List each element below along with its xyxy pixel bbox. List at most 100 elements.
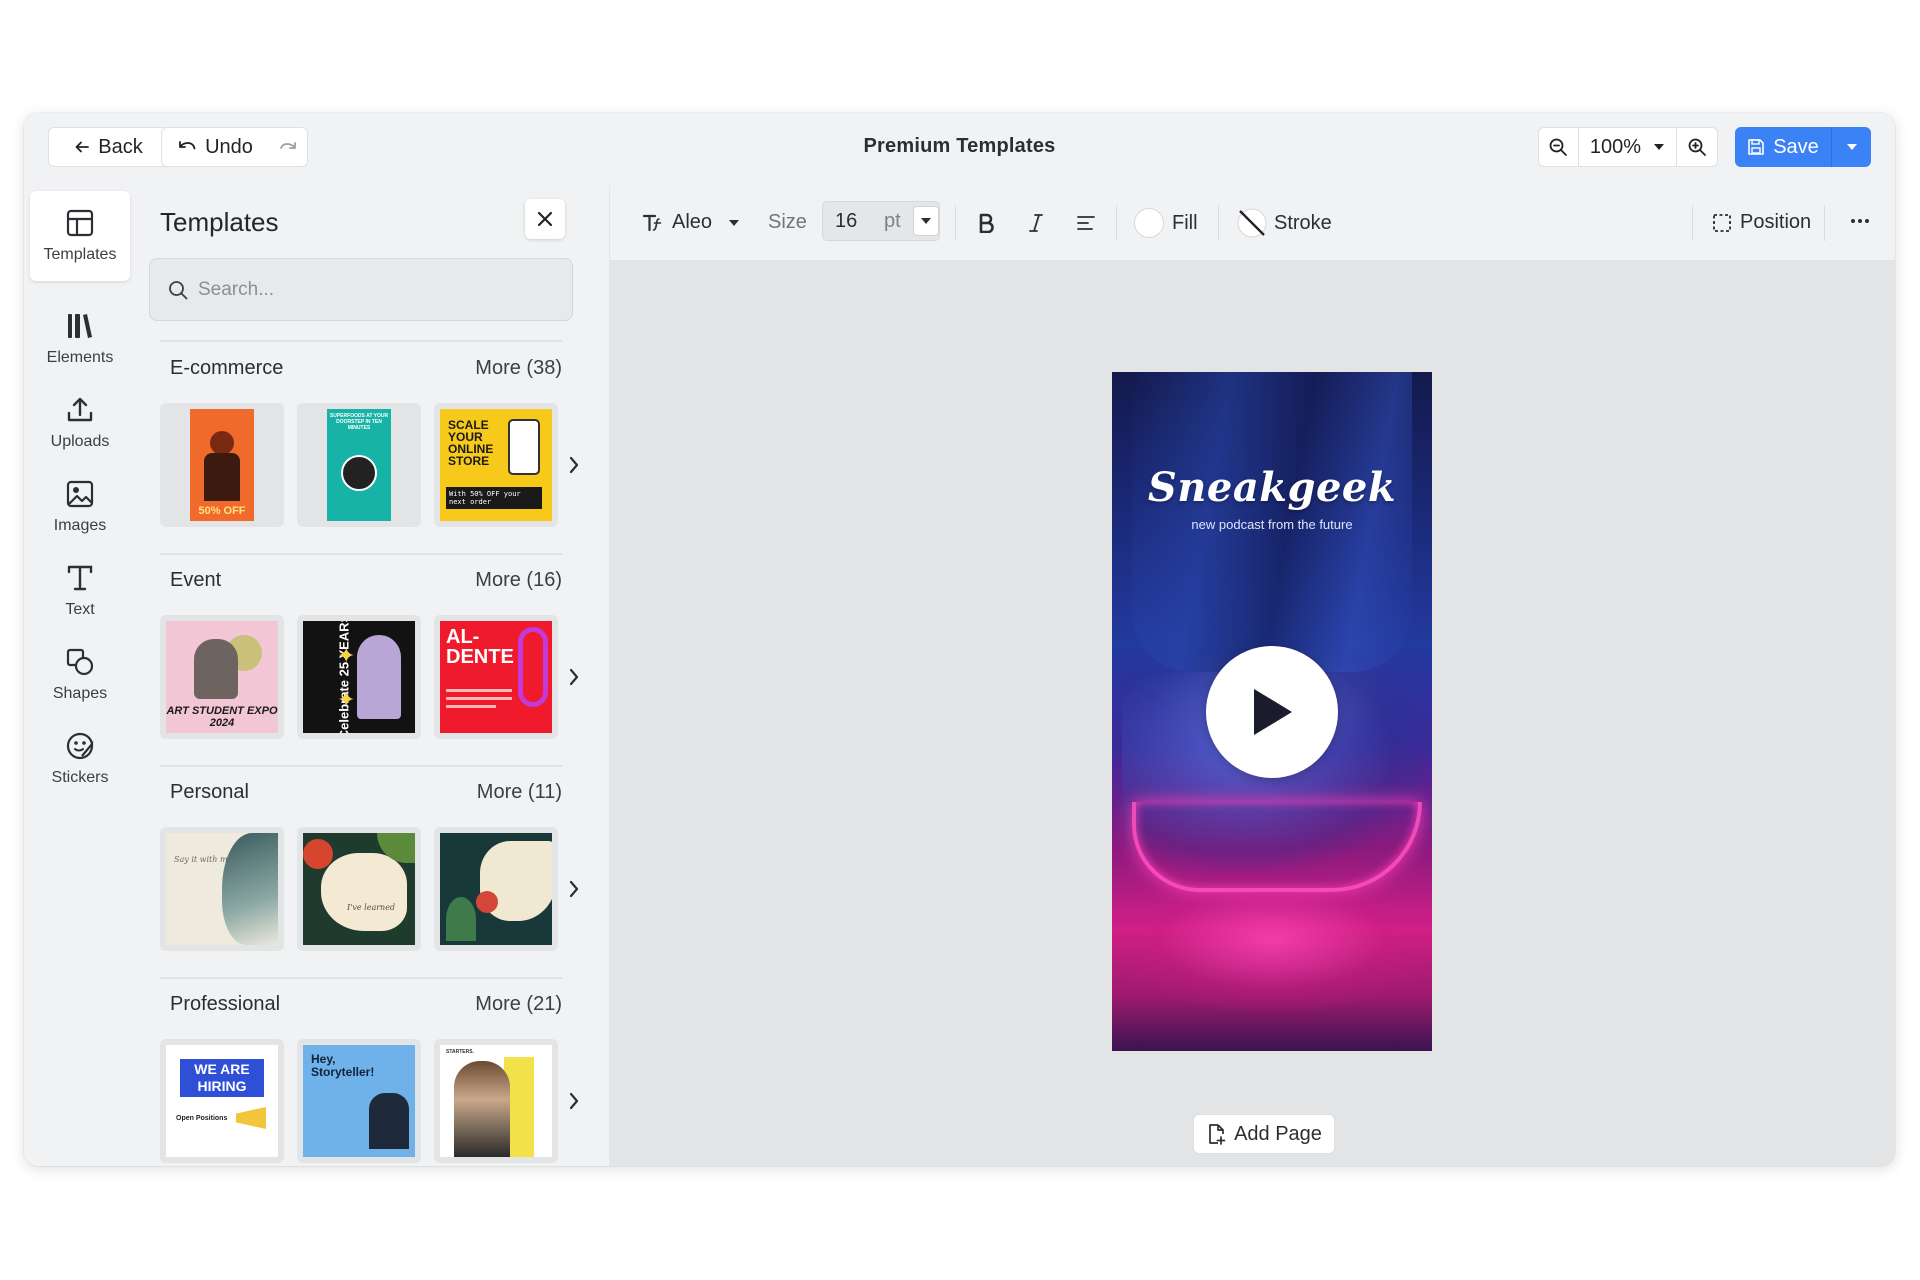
stroke-label: Stroke — [1274, 211, 1332, 234]
italic-button[interactable] — [1022, 209, 1050, 237]
design-title[interactable]: Sneakgeek — [1112, 464, 1432, 511]
category-name: E-commerce — [170, 357, 284, 379]
more-link[interactable]: More (16) — [475, 569, 562, 592]
template-thumb[interactable]: SUPERFOODS AT YOUR DOORSTEP IN TEN MINUT… — [297, 403, 421, 527]
toolbar-divider — [1116, 205, 1117, 241]
template-thumb[interactable]: Celebrate 25 YEARS ✦ ✦ — [297, 615, 421, 739]
text-icon — [67, 565, 93, 591]
template-preview — [440, 833, 552, 945]
font-size-dropdown[interactable] — [913, 206, 939, 236]
template-thumb[interactable]: I've learned — [297, 827, 421, 951]
stroke-control[interactable]: Stroke — [1236, 205, 1332, 241]
category-header-ecommerce: E-commerce More (38) — [160, 357, 562, 380]
library-icon — [68, 314, 92, 338]
template-caption: ART STUDENT EXPO 2024 — [166, 705, 278, 729]
toolbar-divider — [1692, 205, 1693, 241]
close-panel-button[interactable] — [525, 199, 565, 239]
sidebar-item-images[interactable]: Images — [30, 462, 130, 552]
fill-color-swatch — [1134, 208, 1164, 238]
shapes-icon — [66, 648, 94, 676]
template-preview: 50% OFF — [190, 409, 254, 521]
zoom-in-button[interactable] — [1677, 128, 1717, 166]
template-thumb[interactable]: 50% OFF — [160, 403, 284, 527]
more-link[interactable]: More (21) — [475, 993, 562, 1016]
align-button[interactable] — [1072, 209, 1100, 237]
add-page-icon — [1209, 1124, 1226, 1145]
chevron-right-icon — [569, 880, 579, 898]
template-thumb[interactable] — [434, 827, 558, 951]
sticker-icon — [66, 732, 94, 760]
font-size-field[interactable]: 16 pt — [822, 201, 940, 241]
category-name: Personal — [170, 781, 249, 803]
zoom-select[interactable]: 100% — [1579, 128, 1678, 166]
sidebar-item-label: Images — [53, 517, 107, 534]
size-label: Size — [768, 211, 807, 233]
sidebar-item-templates[interactable]: Templates — [30, 191, 130, 281]
italic-icon — [1029, 214, 1043, 232]
template-thumb[interactable]: Say it with me — [160, 827, 284, 951]
template-thumb[interactable]: ART STUDENT EXPO 2024 — [160, 615, 284, 739]
fill-label: Fill — [1172, 211, 1198, 234]
play-button[interactable] — [1206, 646, 1338, 778]
add-page-label: Add Page — [1234, 1122, 1322, 1145]
bold-button[interactable] — [972, 209, 1000, 237]
scroll-right-button[interactable] — [564, 453, 584, 477]
template-caption: WE ARE HIRING — [180, 1059, 264, 1097]
save-options-button[interactable] — [1831, 127, 1871, 167]
category-header-personal: Personal More (11) — [160, 781, 562, 804]
font-size-value[interactable]: 16 — [835, 210, 884, 233]
more-options-button[interactable] — [1848, 209, 1872, 239]
sidebar-item-uploads[interactable]: Uploads — [30, 378, 130, 468]
caret-down-icon — [1654, 144, 1665, 150]
search-field[interactable] — [149, 258, 573, 321]
section-divider — [160, 340, 562, 342]
template-preview: AL-DENTE — [440, 621, 552, 733]
sidebar-item-shapes[interactable]: Shapes — [30, 630, 130, 720]
search-input[interactable] — [198, 278, 528, 301]
scroll-right-button[interactable] — [564, 877, 584, 901]
template-caption: SUPERFOODS AT YOUR DOORSTEP IN TEN MINUT… — [329, 413, 389, 431]
template-thumb[interactable]: SCALE YOUR ONLINE STORE With 50% OFF you… — [434, 403, 558, 527]
section-divider — [160, 977, 562, 979]
template-thumb[interactable]: STARTERS. — [434, 1039, 558, 1163]
floppy-disk-icon — [1748, 139, 1765, 155]
template-preview: SUPERFOODS AT YOUR DOORSTEP IN TEN MINUT… — [327, 409, 391, 521]
bold-icon — [979, 213, 994, 233]
toolbar-divider — [955, 205, 956, 241]
template-thumb[interactable]: WE ARE HIRING Open Positions — [160, 1039, 284, 1163]
sidebar-item-label: Stickers — [51, 769, 109, 786]
chevron-right-icon — [569, 456, 579, 474]
template-caption: AL-DENTE — [446, 626, 514, 668]
sidebar-item-stickers[interactable]: Stickers — [30, 714, 130, 804]
save-button[interactable]: Save — [1735, 127, 1831, 167]
zoom-out-button[interactable] — [1539, 128, 1579, 166]
panel-title: Templates — [160, 207, 279, 237]
template-caption: Celebrate 25 YEARS — [336, 621, 352, 733]
scroll-right-button[interactable] — [564, 665, 584, 689]
fill-control[interactable]: Fill — [1134, 205, 1198, 241]
design-page[interactable]: Sneakgeek new podcast from the future — [1112, 372, 1432, 1051]
more-link[interactable]: More (38) — [475, 357, 562, 380]
more-horizontal-icon — [1851, 219, 1869, 223]
editor-window: Back Undo Premium Templates 100% Save Te… — [24, 113, 1895, 1166]
position-button[interactable]: Position — [1712, 211, 1811, 234]
sidebar-item-text[interactable]: Text — [30, 546, 130, 636]
add-page-button[interactable]: Add Page — [1193, 1114, 1335, 1154]
more-link[interactable]: More (11) — [477, 781, 562, 804]
play-icon — [1254, 689, 1292, 735]
template-thumb[interactable]: AL-DENTE — [434, 615, 558, 739]
font-name: Aleo — [672, 211, 713, 233]
no-stroke-icon — [1237, 208, 1267, 238]
sidebar-item-label: Uploads — [50, 433, 110, 450]
template-subcaption: With 50% OFF your next order — [446, 487, 542, 509]
design-floor-glow — [1112, 892, 1432, 1012]
scroll-right-button[interactable] — [564, 1089, 584, 1113]
template-preview: Say it with me — [166, 833, 278, 945]
sidebar-item-elements[interactable]: Elements — [30, 294, 130, 384]
template-thumb[interactable]: Hey, Storyteller! — [297, 1039, 421, 1163]
design-subtitle[interactable]: new podcast from the future — [1112, 517, 1432, 532]
chevron-right-icon — [569, 1092, 579, 1110]
category-name: Professional — [170, 993, 281, 1015]
canvas-area: Sneakgeek new podcast from the future — [610, 261, 1895, 1166]
font-select[interactable]: Aleo — [642, 211, 740, 234]
